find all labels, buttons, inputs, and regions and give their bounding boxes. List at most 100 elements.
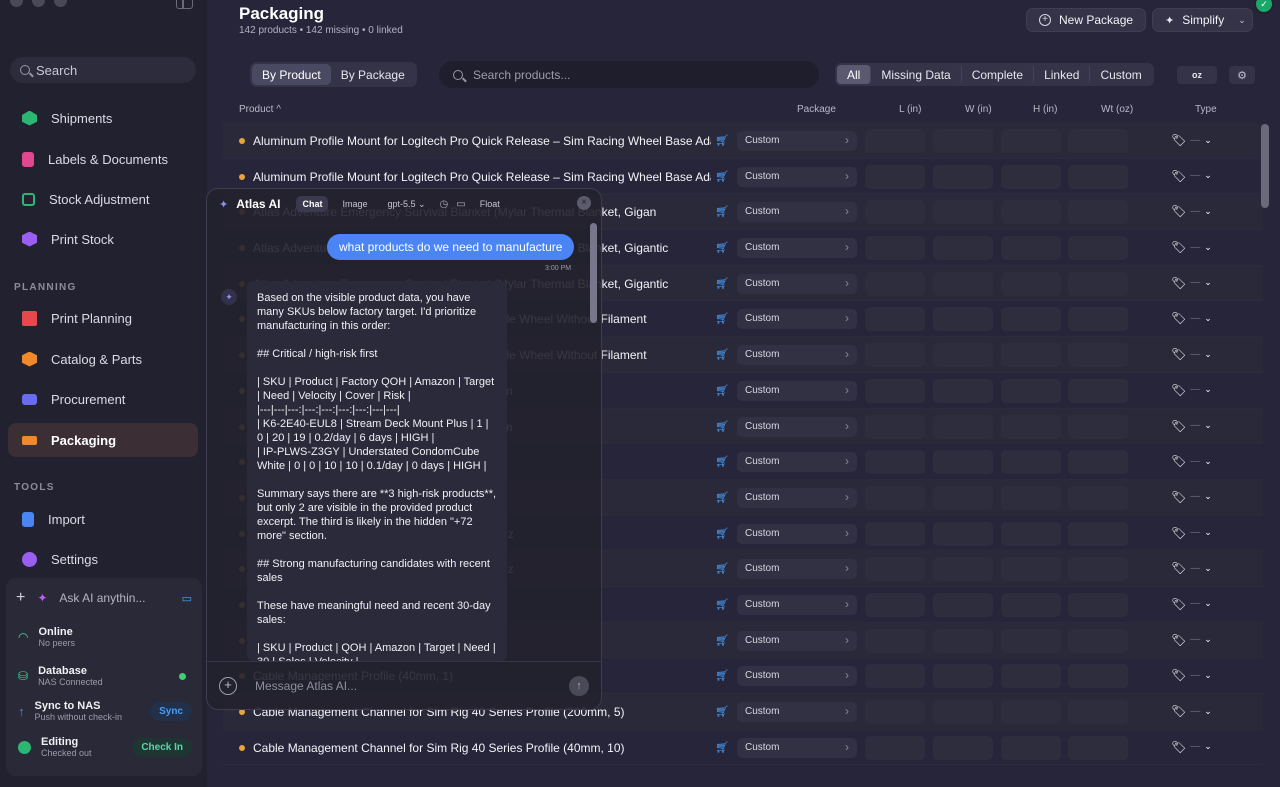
column-height[interactable]: H (in) <box>1033 104 1057 115</box>
length-input[interactable] <box>865 307 925 332</box>
filter-all[interactable]: All <box>837 65 872 84</box>
package-select[interactable]: Custom <box>737 559 857 580</box>
column-width[interactable]: W (in) <box>965 104 992 115</box>
type-select[interactable]: 🏷︎ — ⌄ <box>1171 740 1212 754</box>
type-select[interactable]: 🏷︎ — ⌄ <box>1171 668 1212 682</box>
width-input[interactable] <box>933 664 993 689</box>
product-search-input[interactable]: Search products... <box>439 61 819 88</box>
filter-custom[interactable]: Custom <box>1090 65 1151 84</box>
send-icon[interactable]: ↑ <box>569 676 589 696</box>
width-input[interactable] <box>933 485 993 510</box>
cart-icon[interactable]: 🛒︎ <box>715 527 729 540</box>
column-product[interactable]: Product ^ <box>239 104 281 115</box>
height-input[interactable] <box>1001 307 1061 332</box>
length-input[interactable] <box>865 236 925 261</box>
width-input[interactable] <box>933 307 993 332</box>
width-input[interactable] <box>933 271 993 296</box>
width-input[interactable] <box>933 343 993 368</box>
comment-icon[interactable]: ▭ <box>456 199 465 210</box>
weight-input[interactable] <box>1068 414 1128 439</box>
tab-chat[interactable]: Chat <box>296 196 329 212</box>
cart-icon[interactable]: 🛒︎ <box>715 491 729 504</box>
package-select[interactable]: Custom <box>737 202 857 223</box>
sidebar-toggle-icon[interactable] <box>176 0 193 9</box>
sidebar-item-shipments[interactable]: Shipments <box>8 101 198 135</box>
sidebar-search[interactable]: Search <box>10 57 196 83</box>
cart-icon[interactable]: 🛒︎ <box>715 562 729 575</box>
weight-input[interactable] <box>1068 664 1128 689</box>
height-input[interactable] <box>1001 628 1061 653</box>
type-select[interactable]: 🏷︎ — ⌄ <box>1171 633 1212 647</box>
height-input[interactable] <box>1001 735 1061 760</box>
type-select[interactable]: 🏷︎ — ⌄ <box>1171 561 1212 575</box>
package-select[interactable]: Custom <box>737 166 857 187</box>
simplify-button[interactable]: ✦ Simplify ⌄ <box>1152 8 1253 32</box>
width-input[interactable] <box>933 236 993 261</box>
sidebar-item-packaging[interactable]: Packaging <box>8 423 198 457</box>
height-input[interactable] <box>1001 485 1061 510</box>
cart-icon[interactable]: 🛒︎ <box>715 241 729 254</box>
cart-icon[interactable]: 🛒︎ <box>715 741 729 754</box>
length-input[interactable] <box>865 521 925 546</box>
weight-input[interactable] <box>1068 129 1128 153</box>
length-input[interactable] <box>865 129 925 153</box>
table-row[interactable]: Aluminum Profile Mount for Logitech Pro … <box>223 123 1263 159</box>
length-input[interactable] <box>865 592 925 617</box>
height-input[interactable] <box>1001 378 1061 403</box>
ask-ai-input[interactable]: Ask AI anythin... <box>59 591 169 605</box>
model-select[interactable]: gpt-5.5 ⌄ <box>381 196 431 213</box>
close-icon[interactable]: × <box>577 196 591 210</box>
type-select[interactable]: 🏷︎ — ⌄ <box>1171 490 1212 504</box>
column-package[interactable]: Package <box>797 104 836 115</box>
width-input[interactable] <box>933 628 993 653</box>
table-row[interactable]: Cable Management Channel for Sim Rig 40 … <box>223 730 1263 766</box>
sidebar-item-import[interactable]: Import <box>8 502 198 536</box>
length-input[interactable] <box>865 414 925 439</box>
weight-input[interactable] <box>1068 236 1128 261</box>
weight-input[interactable] <box>1068 378 1128 403</box>
type-select[interactable]: 🏷︎ — ⌄ <box>1171 169 1212 183</box>
cart-icon[interactable]: 🛒︎ <box>715 312 729 325</box>
type-select[interactable]: 🏷︎ — ⌄ <box>1171 204 1212 218</box>
type-select[interactable]: 🏷︎ — ⌄ <box>1171 133 1212 147</box>
width-input[interactable] <box>933 164 993 189</box>
package-select[interactable]: Custom <box>737 345 857 366</box>
height-input[interactable] <box>1001 343 1061 368</box>
package-select[interactable]: Custom <box>737 380 857 401</box>
weight-input[interactable] <box>1068 343 1128 368</box>
cart-icon[interactable]: 🛒︎ <box>715 384 729 397</box>
filter-complete[interactable]: Complete <box>962 65 1035 84</box>
length-input[interactable] <box>865 450 925 475</box>
unit-toggle[interactable]: oz <box>1177 66 1217 84</box>
length-input[interactable] <box>865 664 925 689</box>
height-input[interactable] <box>1001 521 1061 546</box>
filter-linked[interactable]: Linked <box>1034 65 1091 84</box>
length-input[interactable] <box>865 200 925 225</box>
width-input[interactable] <box>933 129 993 153</box>
length-input[interactable] <box>865 628 925 653</box>
cart-icon[interactable]: 🛒︎ <box>715 634 729 647</box>
filter-missing-data[interactable]: Missing Data <box>871 65 962 84</box>
history-icon[interactable]: ◷ <box>440 199 449 210</box>
length-input[interactable] <box>865 557 925 582</box>
type-select[interactable]: 🏷︎ — ⌄ <box>1171 597 1212 611</box>
width-input[interactable] <box>933 735 993 760</box>
column-length[interactable]: L (in) <box>899 104 921 115</box>
height-input[interactable] <box>1001 557 1061 582</box>
weight-input[interactable] <box>1068 592 1128 617</box>
weight-input[interactable] <box>1068 271 1128 296</box>
sidebar-item-catalog-parts[interactable]: Catalog & Parts <box>8 342 198 376</box>
height-input[interactable] <box>1001 700 1061 724</box>
height-input[interactable] <box>1001 236 1061 261</box>
chat-message-input[interactable]: Message Atlas AI... <box>255 679 357 693</box>
package-select[interactable]: Custom <box>737 666 857 687</box>
sidebar-item-labels-documents[interactable]: Labels & Documents <box>8 142 198 176</box>
type-select[interactable]: 🏷︎ — ⌄ <box>1171 383 1212 397</box>
height-input[interactable] <box>1001 164 1061 189</box>
width-input[interactable] <box>933 592 993 617</box>
length-input[interactable] <box>865 164 925 189</box>
package-select[interactable]: Custom <box>737 630 857 651</box>
width-input[interactable] <box>933 414 993 439</box>
tab-image[interactable]: Image <box>336 196 373 212</box>
length-input[interactable] <box>865 700 925 724</box>
